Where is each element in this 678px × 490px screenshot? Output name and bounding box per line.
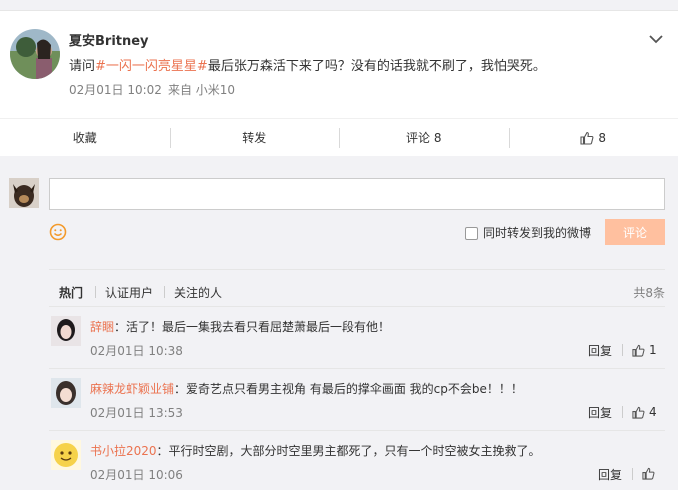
- comment-row: 书小拉2020：平行时空剧，大部分时空里男主都死了，只有一个时空被女主挽救了。 …: [49, 431, 665, 490]
- comment-text: ：活了！最后一集我去看只看屈楚萧最后一段有他！: [114, 320, 391, 334]
- tab-following[interactable]: 关注的人: [174, 284, 222, 301]
- like-button[interactable]: 8: [508, 119, 678, 156]
- repost-label: 转发: [242, 131, 267, 145]
- tab-divider: [95, 286, 96, 298]
- post-meta: 02月01日 10:02 来自 小米10: [69, 81, 241, 98]
- post-source: 来自 小米10: [167, 83, 236, 97]
- commenter-name[interactable]: 麻辣龙虾颖业铺: [90, 382, 174, 396]
- author-avatar[interactable]: [10, 29, 60, 79]
- comment-button[interactable]: 评论 8: [339, 119, 509, 156]
- tab-verified-users[interactable]: 认证用户: [105, 284, 153, 301]
- comment-time: 02月01日 13:53: [90, 406, 183, 420]
- comment-total: 共8条: [633, 286, 665, 300]
- chevron-down-icon[interactable]: [648, 31, 664, 47]
- comment-row: 麻辣龙虾颖业铺：爱奇艺点只看男主视角 有最后的撑伞画面 我的cp不会be！！！ …: [49, 369, 665, 431]
- like-count: 8: [598, 130, 607, 145]
- author-name[interactable]: 夏安Britney: [69, 30, 149, 49]
- reply-button[interactable]: 回复: [598, 466, 622, 483]
- reply-button[interactable]: 回复: [588, 342, 612, 359]
- action-divider: [622, 406, 623, 418]
- comment-time: 02月01日 10:06: [90, 468, 183, 482]
- current-user-avatar: [9, 178, 39, 208]
- comment-input[interactable]: [49, 178, 665, 210]
- commenter-name[interactable]: 书小拉2020: [90, 444, 157, 458]
- reply-button[interactable]: 回复: [588, 404, 612, 421]
- commenter-avatar[interactable]: [51, 378, 81, 408]
- post-text-before: 请问: [69, 59, 96, 74]
- comment-like-button[interactable]: [642, 467, 659, 480]
- weibo-post: 夏安Britney 请问#一闪一闪亮星星#最后张万森活下来了吗？没有的话我就不刷…: [0, 10, 678, 118]
- action-divider: [632, 468, 633, 480]
- comment-section: 同时转发到我的微博 评论 热门 认证用户 关注的人 共8条 辞睏：活了！最后一集…: [0, 156, 678, 490]
- topic-link[interactable]: #一闪一闪亮星星#: [95, 59, 208, 74]
- thumbs-up-icon: [642, 467, 655, 480]
- favorite-button[interactable]: 收藏: [0, 119, 170, 156]
- comment-row: 辞睏：活了！最后一集我去看只看屈楚萧最后一段有他！ 02月01日 10:38 回…: [49, 307, 665, 369]
- comments-list: 热门 认证用户 关注的人 共8条 辞睏：活了！最后一集我去看只看屈楚萧最后一段有…: [49, 269, 665, 490]
- post-content: 请问#一闪一闪亮星星#最后张万森活下来了吗？没有的话我就不刷了，我怕哭死。: [69, 55, 546, 74]
- post-time[interactable]: 02月01日 10:02: [69, 83, 162, 97]
- action-divider: [622, 344, 623, 356]
- repost-checkbox[interactable]: [465, 227, 478, 240]
- repost-button[interactable]: 转发: [169, 119, 340, 156]
- commenter-avatar[interactable]: [51, 440, 81, 470]
- comment-time: 02月01日 10:38: [90, 344, 183, 358]
- commenter-name[interactable]: 辞睏: [90, 320, 114, 334]
- repost-checkbox-label[interactable]: 同时转发到我的微博: [483, 224, 591, 241]
- comment-text: ：平行时空剧，大部分时空里男主都死了，只有一个时空被女主挽救了。: [156, 444, 541, 458]
- submit-comment-button[interactable]: 评论: [605, 219, 665, 245]
- smiley-icon[interactable]: [49, 223, 67, 241]
- comment-label: 评论 8: [406, 131, 442, 145]
- tab-divider: [164, 286, 165, 298]
- comment-body: 辞睏：活了！最后一集我去看只看屈楚萧最后一段有他！: [90, 318, 390, 335]
- comment-body: 麻辣龙虾颖业铺：爱奇艺点只看男主视角 有最后的撑伞画面 我的cp不会be！！！: [90, 380, 523, 397]
- post-text-after: 最后张万森活下来了吗？没有的话我就不刷了，我怕哭死。: [207, 59, 546, 74]
- thumbs-up-icon: [632, 406, 645, 419]
- comment-like-count: 4: [649, 405, 657, 419]
- comment-body: 书小拉2020：平行时空剧，大部分时空里男主都死了，只有一个时空被女主挽救了。: [90, 442, 541, 459]
- commenter-avatar[interactable]: [51, 316, 81, 346]
- thumbs-up-icon: [632, 344, 645, 357]
- comment-like-button[interactable]: 1: [632, 343, 657, 357]
- post-action-bar: 收藏 转发 评论 8 8: [0, 118, 678, 156]
- comment-text: ：爱奇艺点只看男主视角 有最后的撑伞画面 我的cp不会be！！！: [174, 382, 523, 396]
- comment-filter-tabs: 热门 认证用户 关注的人 共8条: [49, 269, 665, 307]
- thumbs-up-icon: [580, 131, 594, 145]
- favorite-label: 收藏: [72, 131, 97, 145]
- comment-like-count: 1: [649, 343, 657, 357]
- comment-like-button[interactable]: 4: [632, 405, 657, 419]
- tab-hot[interactable]: 热门: [59, 284, 83, 301]
